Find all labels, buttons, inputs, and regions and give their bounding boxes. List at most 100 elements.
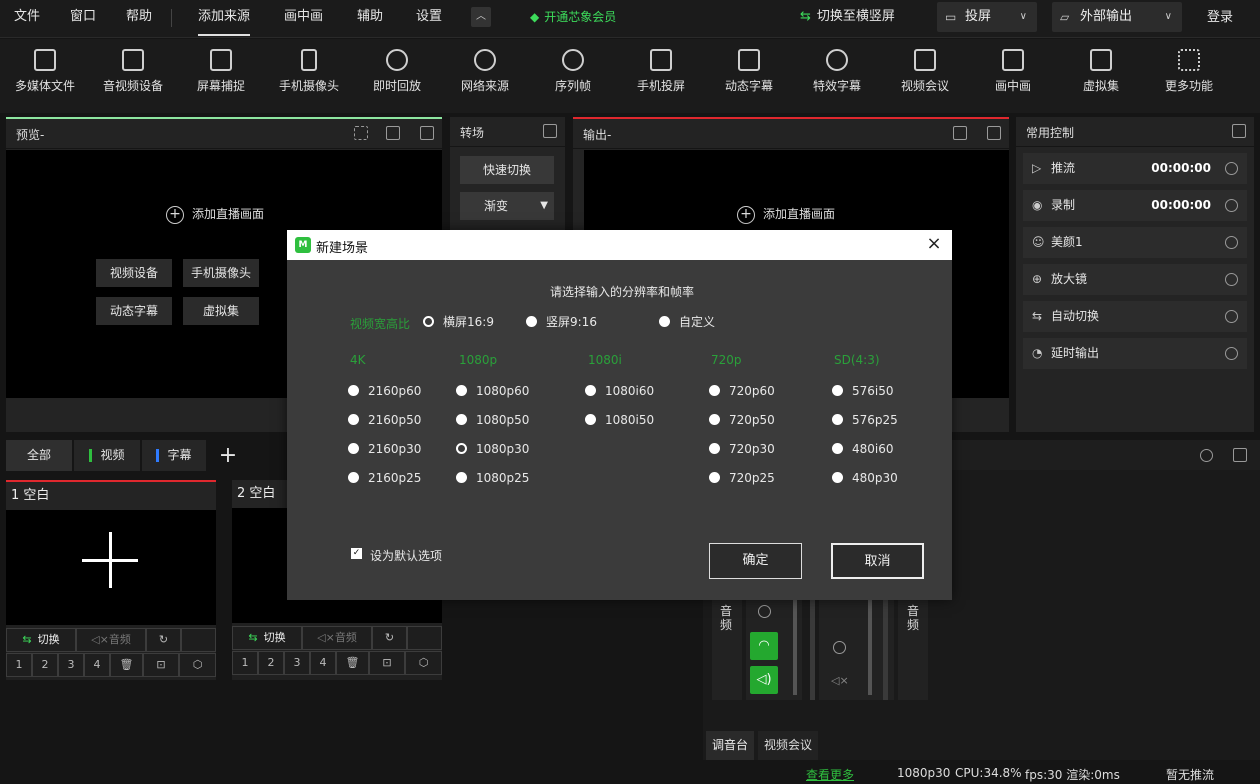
layer-1[interactable]: 1 [232, 651, 258, 675]
collapse-toolbar-button[interactable]: ︿ [471, 7, 491, 27]
menu-assist[interactable]: 辅助 [357, 0, 383, 36]
tab-all[interactable]: 全部 [6, 440, 72, 471]
menu-settings[interactable]: 设置 [416, 0, 442, 36]
scene-audio-button[interactable]: ◁×音频 [76, 628, 146, 652]
layer-3[interactable]: 3 [58, 653, 84, 677]
settings-icon[interactable] [1225, 199, 1238, 212]
tab-mixer[interactable]: 调音台 [706, 731, 754, 760]
scene-refresh-button[interactable]: ↻ [146, 628, 181, 652]
external-output-dropdown[interactable]: ▱ 外部输出 ∨ [1052, 2, 1182, 32]
scene-audio-button[interactable]: ◁×音频 [302, 626, 372, 650]
scene-card-1[interactable]: 1 空白 ⇆ 切换 ◁×音频 ↻ 1 2 3 4 🗑 ⊡ ⬡ [6, 480, 216, 680]
tool-instant-replay[interactable]: 即时回放 [353, 49, 441, 94]
tool-phone-cast[interactable]: 手机投屏 [617, 49, 705, 94]
quick-video-device-button[interactable]: 视频设备 [96, 259, 172, 287]
popout-icon[interactable] [1232, 124, 1246, 138]
format-720p60-radio[interactable]: 720p60 [709, 383, 775, 399]
settings-icon[interactable] [1225, 236, 1238, 249]
tool-media-file[interactable]: 多媒体文件 [1, 49, 89, 94]
scene-switch-button[interactable]: ⇆ 切换 [6, 628, 76, 652]
control-stream[interactable]: ▷ 推流 00:00:00 [1023, 153, 1247, 184]
tool-dynamic-subtitle[interactable]: 动态字幕 [705, 49, 793, 94]
login-button[interactable]: 登录 [1207, 1, 1233, 37]
switch-orientation-button[interactable]: ⇆ 切换至横竖屏 [800, 0, 895, 36]
scene-refresh-button[interactable]: ↻ [372, 626, 407, 650]
format-1080p50-radio[interactable]: 1080p50 [456, 412, 529, 428]
format-2160p25-radio[interactable]: 2160p25 [348, 470, 421, 486]
delete-icon[interactable]: 🗑 [110, 653, 143, 677]
format-720p50-radio[interactable]: 720p50 [709, 412, 775, 428]
tool-av-device[interactable]: 音视频设备 [89, 49, 177, 94]
layer-2[interactable]: 2 [258, 651, 284, 675]
cast-dropdown[interactable]: ▭ 投屏 ∨ [937, 2, 1037, 32]
crop-icon[interactable] [354, 126, 368, 140]
tool-sequence-frame[interactable]: 序列帧 [529, 49, 617, 94]
layer-3[interactable]: 3 [284, 651, 310, 675]
preview-add-live-button[interactable]: + 添加直播画面 [166, 204, 264, 224]
delete-icon[interactable]: 🗑 [336, 651, 369, 675]
cancel-button[interactable]: 取消 [831, 543, 924, 579]
format-1080p30-radio[interactable]: 1080p30 [456, 441, 529, 457]
output-add-live-button[interactable]: + 添加直播画面 [737, 204, 835, 224]
format-576p25-radio[interactable]: 576p25 [832, 412, 898, 428]
control-beauty[interactable]: ☺ 美颜1 [1023, 227, 1247, 258]
capture-icon[interactable] [386, 126, 400, 140]
speaker-icon[interactable]: ◁) [750, 666, 778, 694]
aspect-custom-radio[interactable]: 自定义 [659, 314, 715, 330]
format-1080i60-radio[interactable]: 1080i60 [585, 383, 654, 399]
layer-4[interactable]: 4 [84, 653, 110, 677]
settings-icon[interactable]: ⬡ [179, 653, 216, 677]
default-option-checkbox[interactable]: ✓ 设为默认选项 [351, 547, 442, 564]
quick-switch-button[interactable]: 快速切换 [460, 156, 554, 184]
control-delay-output[interactable]: ◔ 延时输出 [1023, 338, 1247, 369]
format-480i60-radio[interactable]: 480i60 [832, 441, 894, 457]
scene-thumbnail[interactable] [6, 510, 216, 625]
control-magnifier[interactable]: ⊕ 放大镜 [1023, 264, 1247, 295]
format-1080i50-radio[interactable]: 1080i50 [585, 412, 654, 428]
tool-effect-subtitle[interactable]: 特效字幕 [793, 49, 881, 94]
popout-icon[interactable] [420, 126, 434, 140]
scene-switch-button[interactable]: ⇆ 切换 [232, 626, 302, 650]
format-720p25-radio[interactable]: 720p25 [709, 470, 775, 486]
format-1080p25-radio[interactable]: 1080p25 [456, 470, 529, 486]
close-icon[interactable]: × [924, 234, 944, 254]
volume-track[interactable] [793, 600, 797, 695]
format-1080p60-radio[interactable]: 1080p60 [456, 383, 529, 399]
popout-icon[interactable] [1233, 448, 1247, 462]
settings-icon[interactable] [758, 605, 771, 618]
menu-window[interactable]: 窗口 [70, 0, 96, 36]
format-720p30-radio[interactable]: 720p30 [709, 441, 775, 457]
tool-more-features[interactable]: 更多功能 [1145, 49, 1233, 94]
format-2160p30-radio[interactable]: 2160p30 [348, 441, 421, 457]
quick-dynamic-subtitle-button[interactable]: 动态字幕 [96, 297, 172, 325]
format-2160p60-radio[interactable]: 2160p60 [348, 383, 421, 399]
settings-icon[interactable] [1225, 310, 1238, 323]
tool-screen-capture[interactable]: 屏幕捕捉 [177, 49, 265, 94]
layer-1[interactable]: 1 [6, 653, 32, 677]
popout-icon[interactable] [543, 124, 557, 138]
view-more-link[interactable]: 查看更多 [806, 766, 854, 783]
menu-help[interactable]: 帮助 [126, 0, 152, 36]
settings-icon[interactable] [1200, 449, 1213, 462]
control-auto-switch[interactable]: ⇆ 自动切换 [1023, 301, 1247, 332]
aspect-9-16-radio[interactable]: 竖屏9:16 [526, 314, 597, 330]
tool-network-source[interactable]: 网络来源 [441, 49, 529, 94]
tab-video[interactable]: 视频 [74, 440, 140, 471]
menu-file[interactable]: 文件 [14, 0, 40, 36]
tool-phone-camera[interactable]: 手机摄像头 [265, 49, 353, 94]
format-480p30-radio[interactable]: 480p30 [832, 470, 898, 486]
settings-icon[interactable]: ⬡ [405, 651, 442, 675]
quick-virtual-set-button[interactable]: 虚拟集 [183, 297, 259, 325]
tool-pip[interactable]: 画中画 [969, 49, 1057, 94]
popout-icon[interactable] [987, 126, 1001, 140]
layer-2[interactable]: 2 [32, 653, 58, 677]
capture-icon[interactable]: ⊡ [369, 651, 405, 675]
tool-virtual-set[interactable]: 虚拟集 [1057, 49, 1145, 94]
mute-icon[interactable]: ◁× [831, 674, 849, 687]
menu-pip[interactable]: 画中画 [284, 0, 323, 36]
quick-phone-camera-button[interactable]: 手机摄像头 [183, 259, 259, 287]
layer-4[interactable]: 4 [310, 651, 336, 675]
settings-icon[interactable] [1225, 347, 1238, 360]
add-tab-button[interactable]: + [208, 440, 248, 471]
tab-video-conference[interactable]: 视频会议 [758, 731, 818, 760]
